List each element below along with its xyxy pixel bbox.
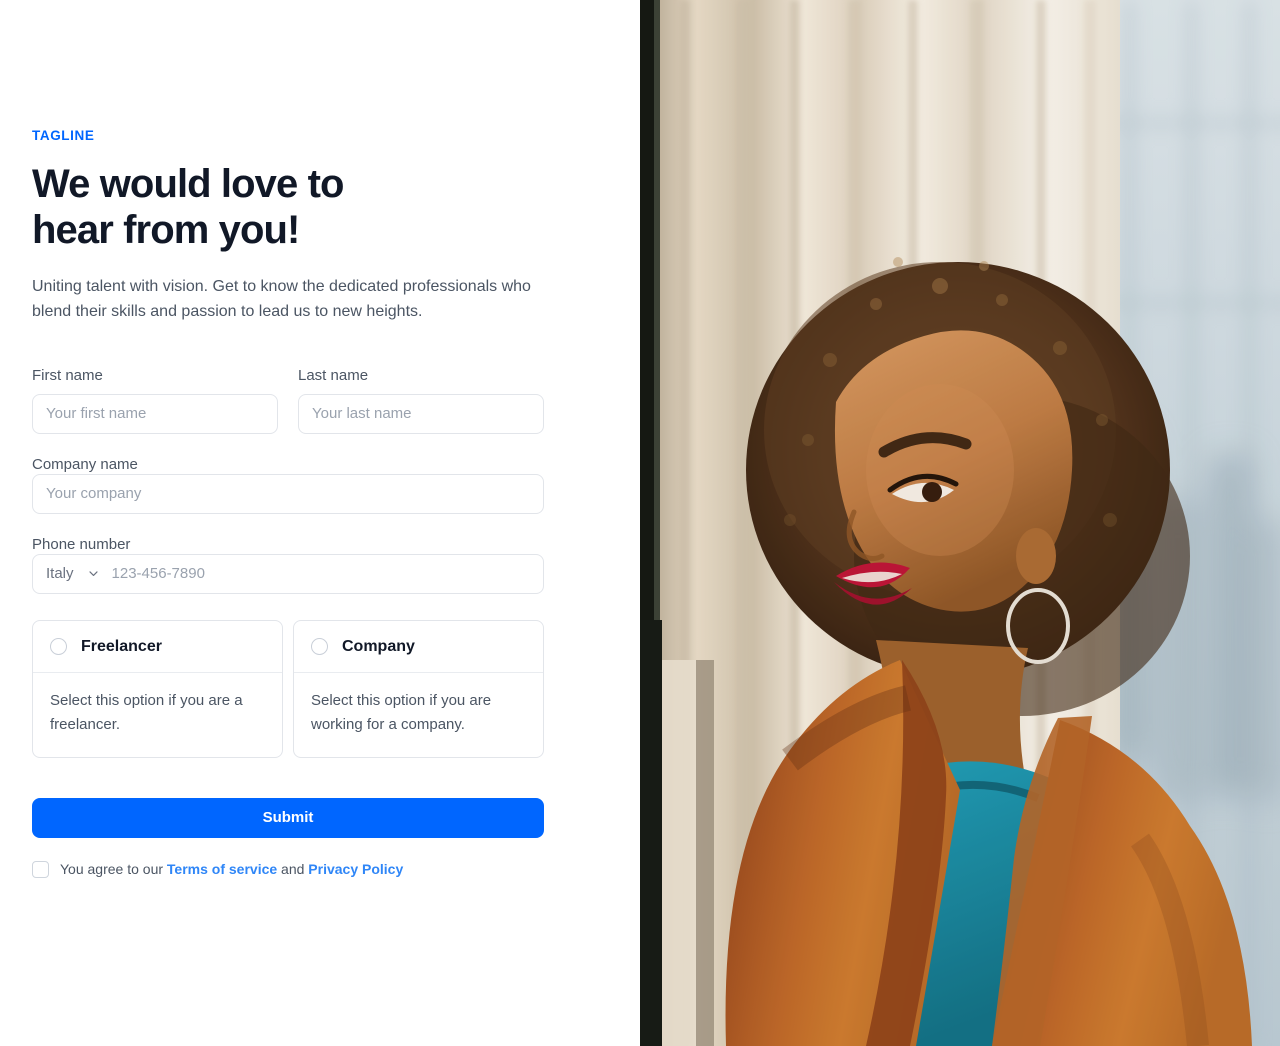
form-container: TAGLINE We would love to hear from you! … [32, 128, 544, 878]
option-title-freelancer: Freelancer [81, 637, 162, 655]
terms-checkbox[interactable] [32, 860, 49, 878]
first-name-input[interactable] [32, 393, 278, 434]
hero-photo [640, 0, 1280, 1046]
option-description-freelancer: Select this option if you are a freelanc… [50, 692, 243, 734]
option-title-company: Company [342, 637, 415, 655]
account-type-options: Freelancer Select this option if you are… [32, 619, 544, 759]
phone-number-field: Phone number Italy [32, 536, 544, 594]
option-header-freelancer[interactable]: Freelancer [33, 621, 282, 674]
last-name-input[interactable] [298, 393, 544, 434]
phone-number-label: Phone number [32, 535, 131, 553]
terms-agreement-row: You agree to our Terms of service and Pr… [32, 860, 544, 878]
last-name-label: Last name [298, 366, 369, 384]
first-name-label: First name [32, 366, 103, 384]
phone-input-group: Italy [32, 553, 544, 594]
first-name-field: First name [32, 367, 278, 434]
option-header-company[interactable]: Company [294, 621, 543, 674]
radio-company[interactable] [311, 638, 328, 656]
company-name-label: Company name [32, 455, 138, 473]
terms-prefix: You agree to our [60, 861, 167, 878]
form-panel: TAGLINE We would love to hear from you! … [0, 0, 640, 1046]
country-code-value: Italy [46, 565, 74, 583]
name-row: First name Last name [32, 367, 544, 434]
terms-conjunction: and [277, 861, 309, 878]
page-subtitle: Uniting talent with vision. Get to know … [32, 278, 531, 321]
option-card-company[interactable]: Company Select this option if you are wo… [293, 619, 544, 759]
option-card-freelancer[interactable]: Freelancer Select this option if you are… [32, 619, 283, 759]
phone-number-input[interactable] [109, 554, 543, 593]
option-description-company: Select this option if you are working fo… [311, 692, 492, 734]
submit-button[interactable]: Submit [32, 798, 544, 839]
company-name-input[interactable] [32, 473, 544, 514]
country-code-select[interactable]: Italy [33, 555, 110, 593]
privacy-policy-link[interactable]: Privacy Policy [308, 861, 403, 877]
page-title: We would love to hear from you! [32, 162, 344, 252]
last-name-field: Last name [298, 367, 544, 434]
hero-photo-panel [640, 0, 1280, 1046]
contact-page: TAGLINE We would love to hear from you! … [0, 0, 1280, 1046]
terms-of-service-link[interactable]: Terms of service [167, 861, 277, 877]
tagline: TAGLINE [32, 128, 95, 143]
radio-freelancer[interactable] [50, 638, 67, 656]
chevron-down-icon [88, 568, 99, 579]
company-name-field: Company name [32, 456, 544, 514]
terms-text: You agree to our Terms of service and Pr… [60, 860, 403, 878]
